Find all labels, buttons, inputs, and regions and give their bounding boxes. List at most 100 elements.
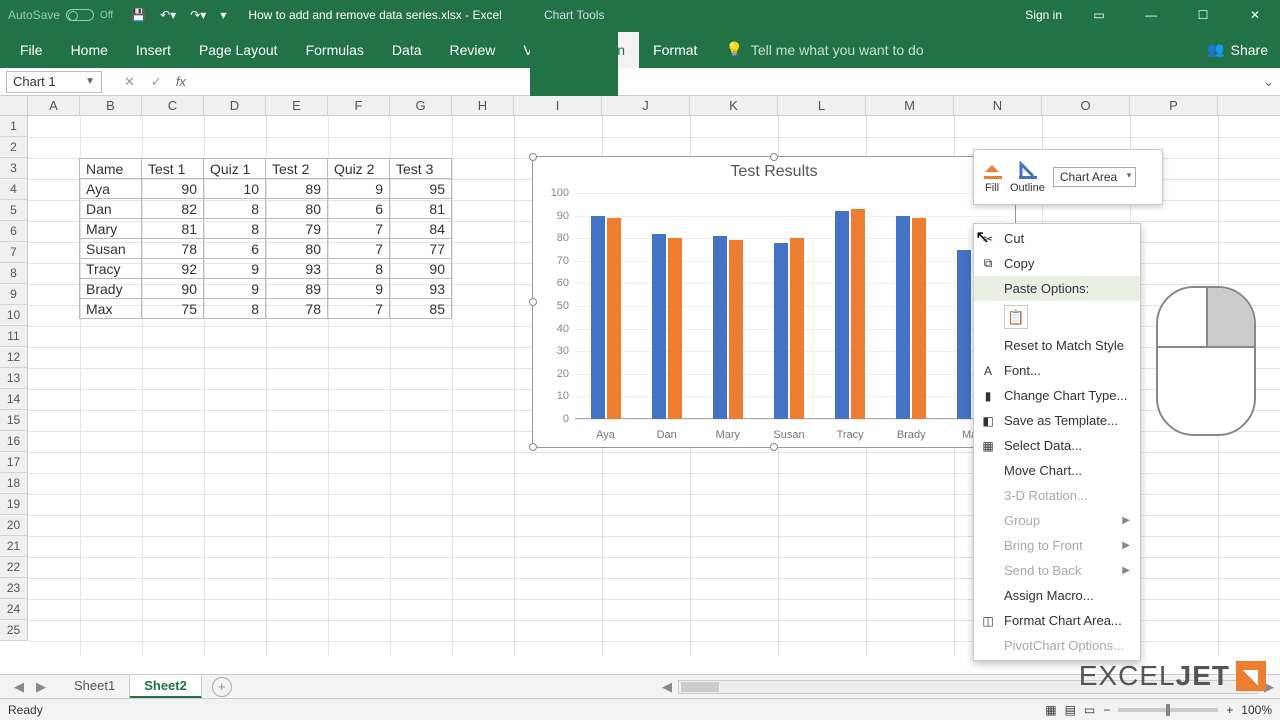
- row-header[interactable]: 3: [0, 158, 28, 179]
- table-cell[interactable]: 90: [142, 279, 204, 299]
- column-header[interactable]: D: [204, 96, 266, 115]
- menu-item-font[interactable]: AFont...: [974, 358, 1140, 383]
- table-cell[interactable]: 77: [390, 239, 452, 259]
- cancel-formula-icon[interactable]: ✕: [116, 74, 143, 90]
- bar[interactable]: [774, 243, 788, 419]
- zoom-slider[interactable]: [1118, 708, 1218, 712]
- new-sheet-button[interactable]: +: [212, 677, 232, 697]
- table-cell[interactable]: Tracy: [80, 259, 142, 279]
- outline-button[interactable]: Outline: [1010, 160, 1045, 194]
- tab-formulas[interactable]: Formulas: [292, 32, 378, 68]
- row-header[interactable]: 5: [0, 200, 28, 221]
- table-cell[interactable]: 89: [266, 279, 328, 299]
- row-header[interactable]: 13: [0, 368, 28, 389]
- resize-handle[interactable]: [770, 443, 778, 451]
- table-header-cell[interactable]: Test 2: [266, 159, 328, 179]
- table-cell[interactable]: Aya: [80, 179, 142, 199]
- chart-object[interactable]: Test Results 0102030405060708090100AyaDa…: [532, 156, 1016, 448]
- row-header[interactable]: 10: [0, 305, 28, 326]
- redo-icon[interactable]: ↷▾: [190, 8, 206, 22]
- row-header[interactable]: 9: [0, 284, 28, 305]
- row-header[interactable]: 2: [0, 137, 28, 158]
- resize-handle[interactable]: [529, 298, 537, 306]
- fill-button[interactable]: Fill: [982, 160, 1002, 194]
- resize-handle[interactable]: [529, 443, 537, 451]
- menu-item-savetpl[interactable]: ◧Save as Template...: [974, 408, 1140, 433]
- table-cell[interactable]: 8: [204, 299, 266, 319]
- row-header[interactable]: 24: [0, 599, 28, 620]
- column-header[interactable]: L: [778, 96, 866, 115]
- table-cell[interactable]: Susan: [80, 239, 142, 259]
- row-header[interactable]: 19: [0, 494, 28, 515]
- confirm-formula-icon[interactable]: ✓: [143, 74, 170, 90]
- table-cell[interactable]: 81: [142, 219, 204, 239]
- table-cell[interactable]: 93: [390, 279, 452, 299]
- table-header-cell[interactable]: Quiz 2: [328, 159, 390, 179]
- table-cell[interactable]: 7: [328, 239, 390, 259]
- scroll-left-icon[interactable]: ◀: [656, 679, 678, 695]
- table-cell[interactable]: 84: [390, 219, 452, 239]
- sheet-tab-sheet2[interactable]: Sheet2: [130, 675, 202, 698]
- chart-title[interactable]: Test Results: [533, 157, 1015, 185]
- table-cell[interactable]: 6: [204, 239, 266, 259]
- table-cell[interactable]: 81: [390, 199, 452, 219]
- tab-home[interactable]: Home: [57, 32, 122, 68]
- column-header[interactable]: F: [328, 96, 390, 115]
- tab-page-layout[interactable]: Page Layout: [185, 32, 292, 68]
- bar[interactable]: [790, 238, 804, 419]
- table-cell[interactable]: 90: [142, 179, 204, 199]
- qat-dropdown-icon[interactable]: ▾: [220, 8, 226, 22]
- table-cell[interactable]: 9: [204, 279, 266, 299]
- sheet-tab-sheet1[interactable]: Sheet1: [60, 675, 130, 698]
- select-all-corner[interactable]: [0, 96, 28, 116]
- table-cell[interactable]: 9: [204, 259, 266, 279]
- menu-item-reset[interactable]: Reset to Match Style: [974, 333, 1140, 358]
- table-header-cell[interactable]: Test 3: [390, 159, 452, 179]
- table-cell[interactable]: Dan: [80, 199, 142, 219]
- worksheet-area[interactable]: ABCDEFGHIJKLMNOP 12345678910111213141516…: [0, 96, 1280, 656]
- tab-data[interactable]: Data: [378, 32, 436, 68]
- view-layout-icon[interactable]: ▤: [1065, 703, 1076, 717]
- bar[interactable]: [896, 216, 910, 419]
- table-cell[interactable]: 93: [266, 259, 328, 279]
- row-header[interactable]: 11: [0, 326, 28, 347]
- chart-element-selector[interactable]: Chart Area: [1053, 167, 1136, 187]
- table-cell[interactable]: 95: [390, 179, 452, 199]
- bar-group[interactable]: Susan: [758, 193, 819, 419]
- row-header[interactable]: 20: [0, 515, 28, 536]
- formula-expand-icon[interactable]: ⌄: [1263, 74, 1274, 90]
- menu-item-selectdata[interactable]: ▦Select Data...: [974, 433, 1140, 458]
- menu-item-changetype[interactable]: ▮Change Chart Type...: [974, 383, 1140, 408]
- row-header[interactable]: 7: [0, 242, 28, 263]
- table-cell[interactable]: 80: [266, 199, 328, 219]
- tell-me-search[interactable]: 💡 Tell me what you want to do: [725, 31, 923, 68]
- row-header[interactable]: 17: [0, 452, 28, 473]
- resize-handle[interactable]: [770, 153, 778, 161]
- row-header[interactable]: 23: [0, 578, 28, 599]
- row-headers[interactable]: 1234567891011121314151617181920212223242…: [0, 116, 28, 641]
- table-cell[interactable]: 90: [390, 259, 452, 279]
- table-cell[interactable]: 89: [266, 179, 328, 199]
- table-cell[interactable]: Mary: [80, 219, 142, 239]
- name-box[interactable]: Chart 1 ▼: [6, 71, 102, 93]
- menu-item-cut[interactable]: ✂Cut: [974, 226, 1140, 251]
- zoom-out-icon[interactable]: −: [1103, 703, 1110, 717]
- save-icon[interactable]: 💾: [131, 8, 146, 22]
- tab-review[interactable]: Review: [436, 32, 510, 68]
- bar[interactable]: [851, 209, 865, 419]
- bar-group[interactable]: Tracy: [820, 193, 881, 419]
- column-header[interactable]: O: [1042, 96, 1130, 115]
- table-cell[interactable]: 75: [142, 299, 204, 319]
- bar[interactable]: [912, 218, 926, 419]
- table-cell[interactable]: 92: [142, 259, 204, 279]
- row-header[interactable]: 22: [0, 557, 28, 578]
- table-cell[interactable]: 9: [328, 179, 390, 199]
- table-cell[interactable]: 79: [266, 219, 328, 239]
- zoom-in-icon[interactable]: +: [1226, 703, 1233, 717]
- table-cell[interactable]: 78: [266, 299, 328, 319]
- ribbon-display-icon[interactable]: ▭: [1084, 8, 1114, 22]
- table-cell[interactable]: Brady: [80, 279, 142, 299]
- column-header[interactable]: C: [142, 96, 204, 115]
- table-cell[interactable]: 78: [142, 239, 204, 259]
- menu-item-macro[interactable]: Assign Macro...: [974, 583, 1140, 608]
